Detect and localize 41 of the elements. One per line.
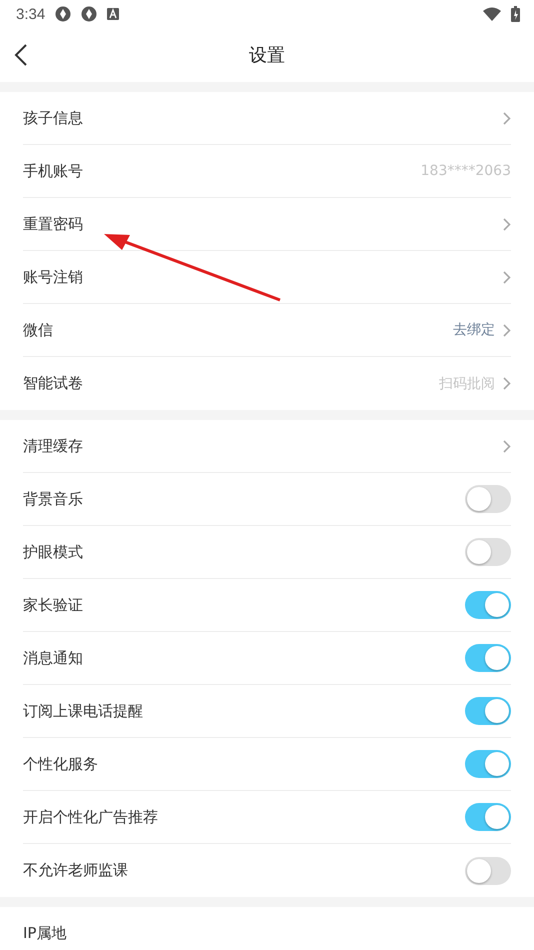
aperture-icon [81,6,98,22]
toggle-switch[interactable] [465,750,511,778]
wifi-icon [483,7,501,21]
row-label: 手机账号 [23,162,84,180]
toggle-switch[interactable] [465,803,511,831]
row-label: 智能试卷 [23,374,84,393]
chevron-icon [503,324,511,336]
chevron-icon [503,440,511,452]
row-label: IP属地 [23,924,68,943]
row-label: 孩子信息 [23,108,84,128]
row-label: 背景音乐 [23,490,84,508]
battery-icon [511,6,520,22]
row-label: 重置密码 [23,214,84,234]
chevron-icon [503,270,511,284]
row-value: 扫码批阅 [439,374,495,392]
row-label: 家长验证 [23,596,84,614]
toggle-switch[interactable] [465,538,511,566]
toggle-switch[interactable] [465,644,511,672]
row-label: 护眼模式 [23,542,84,562]
toggle-switch[interactable] [465,856,511,884]
row-value: 183****2063 [420,163,511,179]
toggle-switch[interactable] [465,485,511,513]
row-label: 账号注销 [23,268,84,286]
row-label: 开启个性化广告推荐 [23,808,159,826]
page-title: 设置 [249,44,285,67]
row-value: 去绑定 [453,321,495,339]
chevron-icon [503,112,511,124]
status-time: 3:34 [16,6,46,22]
toggle-switch[interactable] [465,697,511,725]
row-label: 消息通知 [23,648,84,668]
row-label: 清理缓存 [23,436,84,456]
chevron-icon [503,377,511,390]
back-icon[interactable] [14,43,28,67]
chevron-icon [503,218,511,230]
row-label: 不允许老师监课 [23,861,129,880]
row-label: 个性化服务 [23,754,99,774]
row-label: 订阅上课电话提醒 [23,702,144,720]
font-icon [107,8,120,20]
row-label: 微信 [23,320,54,340]
aperture-icon [55,6,72,22]
toggle-switch[interactable] [465,591,511,619]
